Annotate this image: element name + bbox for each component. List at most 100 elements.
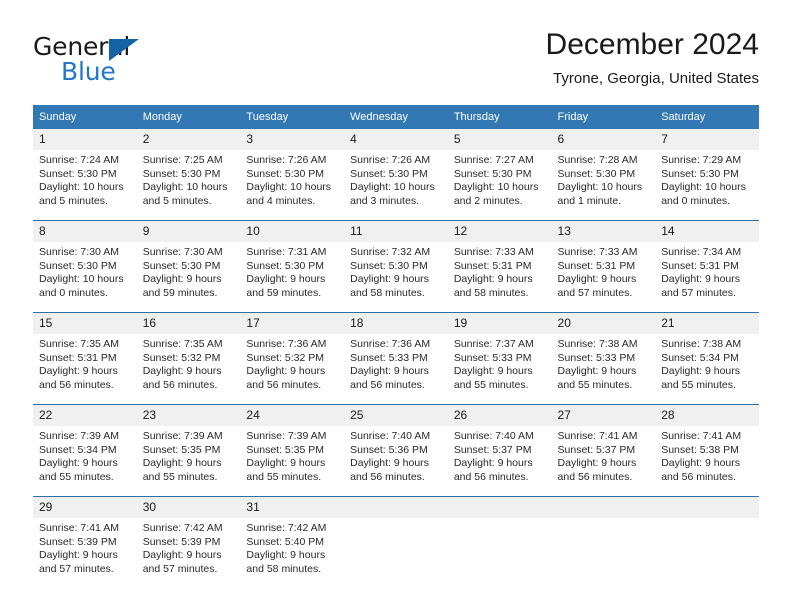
calendar-day-cell[interactable]: 15 Sunrise: 7:35 AM Sunset: 5:31 PM Dayligh…	[33, 312, 137, 405]
sunrise-text: Sunrise: 7:38 AM	[557, 338, 638, 350]
calendar-day-cell[interactable]: 31 Sunrise: 7:42 AM Sunset: 5:40 PM Dayligh…	[240, 496, 345, 588]
page-title: December 2024	[545, 28, 759, 61]
day-details: Sunrise: 7:40 AM Sunset: 5:37 PM Daylight:…	[448, 426, 552, 496]
daylight-text: Daylight: 9 hours and 55 minutes.	[557, 365, 637, 391]
daylight-text: Daylight: 10 hours and 3 minutes.	[350, 181, 435, 207]
day-details	[344, 518, 448, 588]
calendar-day-cell[interactable]: 3 Sunrise: 7:26 AM Sunset: 5:30 PM Daylight…	[240, 129, 345, 221]
day-details: Sunrise: 7:30 AM Sunset: 5:30 PM Daylight:…	[33, 242, 137, 312]
daylight-text: Daylight: 10 hours and 1 minute.	[557, 181, 643, 207]
sunset-text: Sunset: 5:33 PM	[557, 351, 636, 364]
daylight-text: Daylight: 9 hours and 58 minutes.	[453, 273, 533, 299]
weekday-header-tuesday: Tuesday	[240, 105, 345, 129]
calendar-day-cell[interactable]: 20 Sunrise: 7:38 AM Sunset: 5:33 PM Dayligh…	[551, 312, 656, 405]
sunset-text: Sunset: 5:33 PM	[453, 351, 532, 364]
sunset-text: Sunset: 5:32 PM	[142, 351, 221, 364]
calendar-day-cell[interactable]: 7 Sunrise: 7:29 AM Sunset: 5:30 PM Daylight…	[655, 129, 759, 221]
sunrise-text: Sunrise: 7:33 AM	[453, 246, 534, 258]
sunrise-text: Sunrise: 7:35 AM	[39, 338, 119, 350]
sunset-text: Sunset: 5:30 PM	[350, 259, 428, 272]
calendar-day-cell[interactable]: 24 Sunrise: 7:39 AM Sunset: 5:35 PM Dayligh…	[240, 404, 345, 497]
calendar-day-cell[interactable]: 12 Sunrise: 7:33 AM Sunset: 5:31 PM Dayligh…	[447, 220, 552, 313]
sunrise-text: Sunrise: 7:26 AM	[246, 154, 327, 166]
calendar-day-cell[interactable]: 8 Sunrise: 7:30 AM Sunset: 5:30 PM Daylight…	[33, 220, 137, 313]
sunset-text: Sunset: 5:39 PM	[142, 535, 221, 548]
day-details: Sunrise: 7:35 AM Sunset: 5:32 PM Daylight:…	[137, 334, 241, 404]
calendar-day-cell[interactable]: 5 Sunrise: 7:27 AM Sunset: 5:30 PM Daylight…	[447, 129, 552, 221]
sunrise-text: Sunrise: 7:25 AM	[142, 154, 223, 166]
sunset-text: Sunset: 5:34 PM	[661, 351, 739, 364]
sunrise-text: Sunrise: 7:41 AM	[557, 430, 638, 442]
weekday-header-sunday: Sunday	[33, 105, 137, 129]
calendar-day-cell[interactable]: 6 Sunrise: 7:28 AM Sunset: 5:30 PM Daylight…	[551, 129, 656, 221]
calendar-day-cell[interactable]: 25 Sunrise: 7:40 AM Sunset: 5:36 PM Dayligh…	[344, 404, 448, 497]
sunrise-text: Sunrise: 7:36 AM	[350, 338, 431, 350]
day-details: Sunrise: 7:31 AM Sunset: 5:30 PM Daylight:…	[240, 242, 344, 312]
calendar-day-cell[interactable]: 17 Sunrise: 7:36 AM Sunset: 5:32 PM Dayligh…	[240, 312, 345, 405]
day-number: 21	[655, 313, 759, 334]
sunrise-text: Sunrise: 7:39 AM	[246, 430, 327, 442]
day-details: Sunrise: 7:34 AM Sunset: 5:31 PM Daylight:…	[655, 242, 759, 312]
daylight-text: Daylight: 10 hours and 2 minutes.	[453, 181, 539, 207]
calendar-day-cell[interactable]: 1 Sunrise: 7:24 AM Sunset: 5:30 PM Daylight…	[33, 129, 137, 221]
sunset-text: Sunset: 5:35 PM	[142, 443, 221, 456]
calendar-day-cell[interactable]: 4 Sunrise: 7:26 AM Sunset: 5:30 PM Daylight…	[344, 129, 448, 221]
day-number: 5	[447, 129, 552, 150]
day-number: 7	[655, 129, 759, 150]
calendar-day-cell[interactable]: 16 Sunrise: 7:35 AM Sunset: 5:32 PM Dayligh…	[136, 312, 241, 405]
weekday-header-row: Sunday Monday Tuesday Wednesday Thursday…	[33, 105, 759, 129]
daylight-text: Daylight: 9 hours and 57 minutes.	[142, 549, 222, 575]
sunrise-text: Sunrise: 7:41 AM	[661, 430, 742, 442]
sunset-text: Sunset: 5:36 PM	[350, 443, 428, 456]
calendar-day-cell[interactable]: 2 Sunrise: 7:25 AM Sunset: 5:30 PM Daylight…	[136, 129, 241, 221]
calendar-day-cell[interactable]: 19 Sunrise: 7:37 AM Sunset: 5:33 PM Dayligh…	[447, 312, 552, 405]
page-header: General Blue December 2024 Tyrone, Georg…	[33, 28, 759, 98]
day-details: Sunrise: 7:27 AM Sunset: 5:30 PM Daylight:…	[448, 150, 552, 220]
calendar-day-cell[interactable]: 14 Sunrise: 7:34 AM Sunset: 5:31 PM Dayligh…	[655, 220, 759, 313]
sunrise-text: Sunrise: 7:24 AM	[39, 154, 119, 166]
day-number: 10	[240, 221, 345, 242]
calendar-day-cell[interactable]: 28 Sunrise: 7:41 AM Sunset: 5:38 PM Dayligh…	[655, 404, 759, 497]
day-details: Sunrise: 7:39 AM Sunset: 5:34 PM Daylight:…	[33, 426, 137, 496]
calendar-day-cell[interactable]: 27 Sunrise: 7:41 AM Sunset: 5:37 PM Dayligh…	[551, 404, 656, 497]
weekday-header-friday: Friday	[551, 105, 656, 129]
day-details: Sunrise: 7:36 AM Sunset: 5:32 PM Daylight:…	[240, 334, 344, 404]
calendar-day-cell[interactable]: 11 Sunrise: 7:32 AM Sunset: 5:30 PM Dayligh…	[344, 220, 448, 313]
daylight-text: Daylight: 9 hours and 56 minutes.	[350, 365, 429, 391]
sunset-text: Sunset: 5:38 PM	[661, 443, 739, 456]
calendar-day-cell[interactable]: 22 Sunrise: 7:39 AM Sunset: 5:34 PM Dayligh…	[33, 404, 137, 497]
day-number: 9	[136, 221, 241, 242]
calendar-day-cell[interactable]: 30 Sunrise: 7:42 AM Sunset: 5:39 PM Dayligh…	[136, 496, 241, 588]
calendar-day-cell[interactable]: 26 Sunrise: 7:40 AM Sunset: 5:37 PM Dayligh…	[447, 404, 552, 497]
day-number	[551, 497, 656, 518]
calendar-day-cell[interactable]: 23 Sunrise: 7:39 AM Sunset: 5:35 PM Dayligh…	[136, 404, 241, 497]
day-details: Sunrise: 7:42 AM Sunset: 5:40 PM Daylight:…	[240, 518, 344, 588]
day-number: 15	[33, 313, 137, 334]
sunrise-text: Sunrise: 7:26 AM	[350, 154, 431, 166]
logo-secondary-text: Blue	[61, 57, 116, 86]
calendar-day-cell[interactable]: 9 Sunrise: 7:30 AM Sunset: 5:30 PM Daylight…	[136, 220, 241, 313]
daylight-text: Daylight: 9 hours and 55 minutes.	[142, 457, 222, 483]
general-blue-logo[interactable]: General Blue	[33, 32, 213, 88]
sunset-text: Sunset: 5:31 PM	[39, 351, 117, 364]
calendar-cell-empty	[551, 496, 656, 588]
sunrise-text: Sunrise: 7:33 AM	[557, 246, 638, 258]
sunset-text: Sunset: 5:33 PM	[350, 351, 428, 364]
daylight-text: Daylight: 9 hours and 58 minutes.	[350, 273, 429, 299]
daylight-text: Daylight: 9 hours and 55 minutes.	[246, 457, 326, 483]
daylight-text: Daylight: 9 hours and 56 minutes.	[246, 365, 326, 391]
day-details: Sunrise: 7:25 AM Sunset: 5:30 PM Daylight:…	[137, 150, 241, 220]
sunset-text: Sunset: 5:30 PM	[142, 259, 221, 272]
calendar-day-cell[interactable]: 10 Sunrise: 7:31 AM Sunset: 5:30 PM Dayligh…	[240, 220, 345, 313]
sunrise-text: Sunrise: 7:35 AM	[142, 338, 223, 350]
calendar-day-cell[interactable]: 13 Sunrise: 7:33 AM Sunset: 5:31 PM Dayligh…	[551, 220, 656, 313]
day-details: Sunrise: 7:42 AM Sunset: 5:39 PM Daylight:…	[137, 518, 241, 588]
calendar-day-cell[interactable]: 18 Sunrise: 7:36 AM Sunset: 5:33 PM Dayligh…	[344, 312, 448, 405]
sunrise-text: Sunrise: 7:30 AM	[39, 246, 119, 258]
day-number: 20	[551, 313, 656, 334]
daylight-text: Daylight: 9 hours and 56 minutes.	[350, 457, 429, 483]
day-number: 24	[240, 405, 345, 426]
calendar-day-cell[interactable]: 29 Sunrise: 7:41 AM Sunset: 5:39 PM Dayligh…	[33, 496, 137, 588]
calendar-day-cell[interactable]: 21 Sunrise: 7:38 AM Sunset: 5:34 PM Dayligh…	[655, 312, 759, 405]
daylight-text: Daylight: 9 hours and 58 minutes.	[246, 549, 326, 575]
